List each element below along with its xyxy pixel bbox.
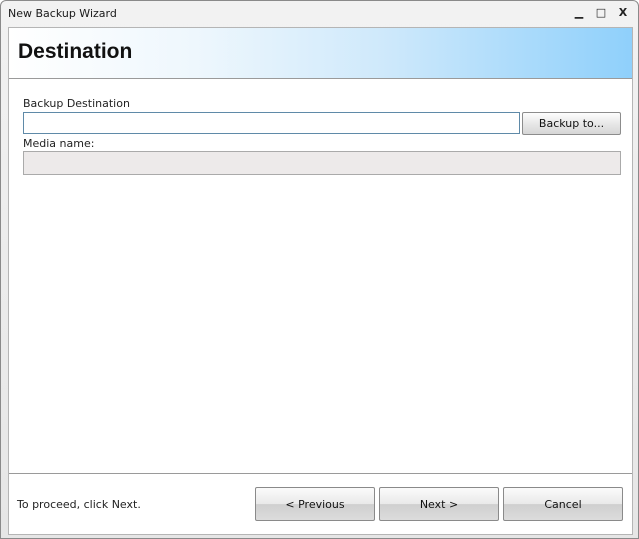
backup-destination-input[interactable] [23,112,520,134]
window-title: New Backup Wizard [8,7,117,20]
next-button[interactable]: Next > [379,487,499,521]
page-header: Destination [9,28,632,79]
wizard-window: New Backup Wizard ▁ □ X Destination Back… [0,0,639,539]
backup-to-button[interactable]: Backup to... [522,112,621,135]
close-icon[interactable]: X [614,5,632,21]
footer-divider [9,473,632,474]
cancel-button[interactable]: Cancel [503,487,623,521]
status-text: To proceed, click Next. [17,498,141,511]
title-bar[interactable]: New Backup Wizard ▁ □ X [1,1,638,27]
previous-button[interactable]: < Previous [255,487,375,521]
maximize-icon[interactable]: □ [592,5,610,21]
media-name-label: Media name: [23,137,95,150]
backup-destination-label: Backup Destination [23,97,130,110]
minimize-icon[interactable]: ▁ [570,5,588,21]
wizard-content: Destination Backup Destination Backup to… [8,27,633,535]
page-title: Destination [18,40,133,63]
media-name-field [23,151,621,175]
